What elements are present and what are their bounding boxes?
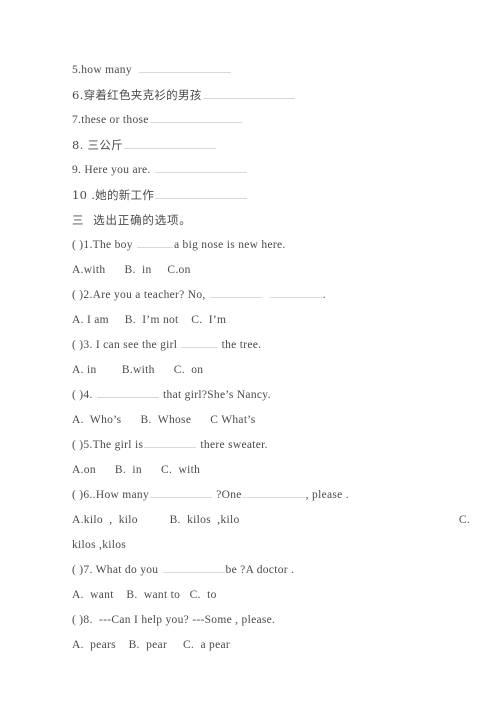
translation-item-7: 7.these or those xyxy=(72,108,470,133)
fill-in-blank[interactable] xyxy=(202,87,295,99)
item-number: 8. xyxy=(72,138,84,152)
question-6: ( )6..How many ?One , please . xyxy=(72,483,470,508)
question-stem-after: that girl?She’s Nancy. xyxy=(159,389,271,401)
question-marker[interactable]: ( )5. xyxy=(72,439,93,451)
question-6-options-tail: C. xyxy=(458,514,470,526)
translation-item-8: 8. 三公斤 xyxy=(72,133,470,158)
fill-in-blank[interactable] xyxy=(162,561,225,573)
translation-item-9: 9. Here you are. xyxy=(72,158,470,183)
question-3-options[interactable]: A. in B.with C. on xyxy=(72,358,470,383)
question-stem-end: , please . xyxy=(305,489,349,501)
question-stem-after: ?One xyxy=(213,489,242,501)
question-stem-before: How many xyxy=(95,489,150,501)
fill-in-blank[interactable] xyxy=(150,486,213,498)
question-6-options-wrap[interactable]: kilos ,kilos xyxy=(72,533,470,558)
question-7-options[interactable]: A. want B. want to C. to xyxy=(72,583,470,608)
item-text: 三公斤 xyxy=(83,138,123,152)
question-1: ( )1.The boy a big nose is new here. xyxy=(72,233,470,258)
question-4-options[interactable]: A. Who’s B. Whose C What’s xyxy=(72,408,470,433)
question-stem-after: a big nose is new here. xyxy=(173,239,286,251)
item-text: Here you are. xyxy=(81,164,154,176)
question-7: ( )7. What do you be ?A doctor . xyxy=(72,558,470,583)
question-stem-before: I can see the girl xyxy=(92,339,181,351)
question-3: ( )3. I can see the girl the tree. xyxy=(72,333,470,358)
question-marker[interactable]: ( )3. xyxy=(72,339,93,351)
question-marker[interactable]: ( )7. xyxy=(72,564,93,576)
question-stem-before: The boy xyxy=(92,239,136,251)
question-stem-after: be ?A doctor . xyxy=(225,564,295,576)
question-2-options[interactable]: A. I am B. I’m not C. I’m xyxy=(72,308,470,333)
translation-item-5: 5.how many xyxy=(72,58,470,83)
question-stem-after: there sweater. xyxy=(197,439,268,451)
item-text: how many xyxy=(81,64,132,76)
question-stem-after: the tree. xyxy=(218,339,262,351)
question-1-options[interactable]: A.with B. in C.on xyxy=(72,258,470,283)
worksheet-page: 5.how many 6.穿着红色夹克衫的男孩 7.these or those… xyxy=(0,0,500,707)
question-4: ( )4. that girl?She’s Nancy. xyxy=(72,383,470,408)
question-stem-before: ---Can I help you? ---Some , please. xyxy=(92,614,276,626)
question-stem-before: Are you a teacher? No, xyxy=(92,289,209,301)
question-8: ( )8. ---Can I help you? ---Some , pleas… xyxy=(72,608,470,633)
item-text: 穿着红色夹克衫的男孩 xyxy=(83,88,202,102)
fill-in-blank[interactable] xyxy=(155,187,248,199)
fill-in-blank-2[interactable] xyxy=(269,286,322,298)
question-6-options-main: A.kilo , kilo B. kilos ,kilo xyxy=(72,514,240,526)
fill-in-blank[interactable] xyxy=(144,436,197,448)
question-stem-before: What do you xyxy=(92,564,162,576)
question-stem-before: The girl is xyxy=(92,439,144,451)
fill-in-blank[interactable] xyxy=(138,61,231,73)
question-6-options[interactable]: A.kilo , kilo B. kilos ,kilo C. xyxy=(72,508,470,533)
fill-in-blank[interactable] xyxy=(149,111,242,123)
item-number: 6. xyxy=(72,88,84,102)
translation-item-6: 6.穿着红色夹克衫的男孩 xyxy=(72,83,470,108)
question-stem-before xyxy=(93,389,96,401)
section-heading: 三 选出正确的选项。 xyxy=(72,213,192,227)
question-5: ( )5.The girl is there sweater. xyxy=(72,433,470,458)
item-text: these or those xyxy=(81,114,149,126)
fill-in-blank[interactable] xyxy=(154,161,247,173)
question-marker[interactable]: ( )6.. xyxy=(72,489,96,501)
question-8-options[interactable]: A. pears B. pear C. a pear xyxy=(72,633,470,658)
question-marker[interactable]: ( )1. xyxy=(72,239,93,251)
translation-item-10: 10 .她的新工作 xyxy=(72,183,470,208)
item-text: 她的新工作 xyxy=(95,188,155,202)
item-number: 9. xyxy=(72,164,82,176)
question-2: ( )2.Are you a teacher? No, . xyxy=(72,283,470,308)
item-number: 10 . xyxy=(72,188,96,202)
item-number: 5. xyxy=(72,64,82,76)
item-number: 7. xyxy=(72,114,82,126)
fill-in-blank[interactable] xyxy=(136,236,173,248)
fill-in-blank[interactable] xyxy=(181,336,218,348)
question-marker[interactable]: ( )8. xyxy=(72,614,93,626)
question-5-options[interactable]: A.on B. in C. with xyxy=(72,458,470,483)
fill-in-blank[interactable] xyxy=(96,386,159,398)
fill-in-blank[interactable] xyxy=(123,137,216,149)
question-marker[interactable]: ( )2. xyxy=(72,289,93,301)
question-stem-end: . xyxy=(322,289,326,301)
question-marker[interactable]: ( )4. xyxy=(72,389,93,401)
fill-in-blank[interactable] xyxy=(209,286,262,298)
fill-in-blank-2[interactable] xyxy=(242,486,305,498)
